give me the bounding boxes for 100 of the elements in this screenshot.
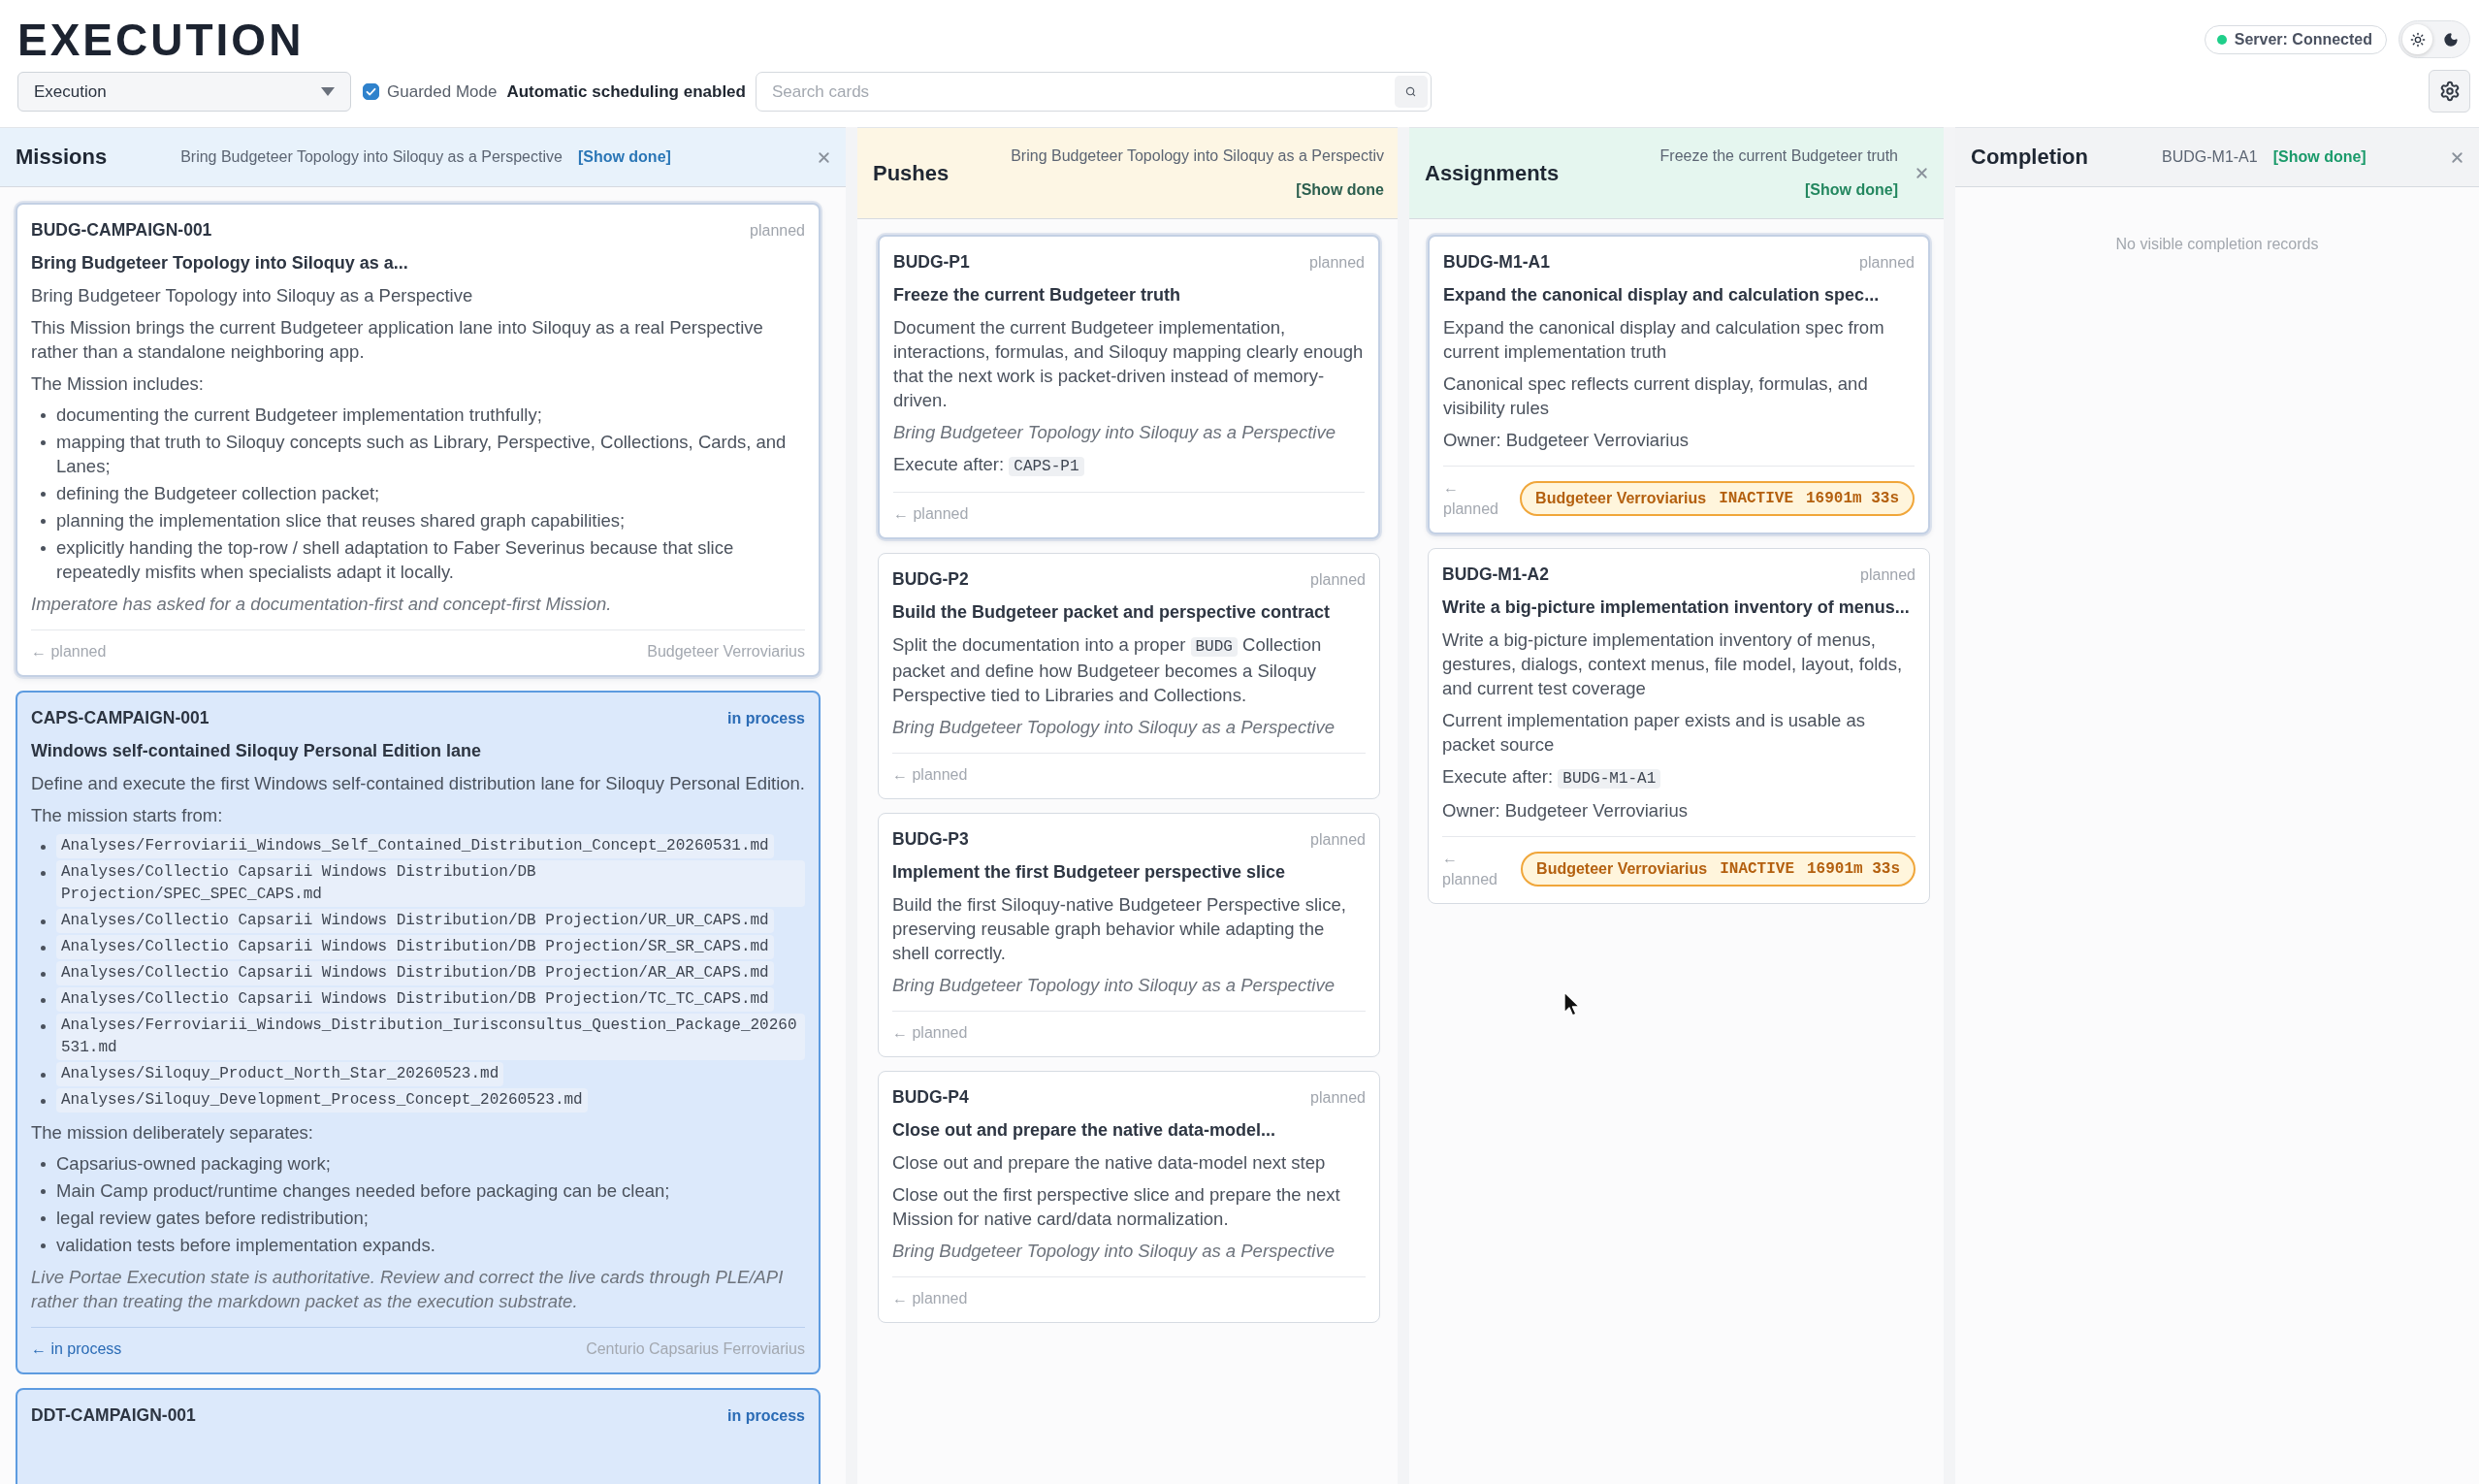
list-item: Main Camp product/runtime changes needed before packaging can be clean;	[56, 1179, 670, 1203]
card-text: Expand the canonical display and calculation spec from current implementation truth	[1443, 316, 1885, 364]
bullet-icon	[41, 919, 46, 924]
card-text: Close out the first perspective slice and prepare the next Mission for native card/data normalization.	[892, 1183, 1341, 1231]
card-title: Build the Budgeteer packet and perspective contract	[892, 601, 1332, 624]
back-link[interactable]: ← planned	[892, 1288, 968, 1309]
close-icon[interactable]	[1914, 165, 1930, 181]
file-path: Analyses/Ferroviarii_Windows_Self_Contained_Distribution_Concept_20260531.md	[56, 834, 774, 858]
bullet-icon	[41, 546, 46, 551]
card-status: planned	[750, 222, 805, 240]
card-id: BUDG-P1	[893, 251, 970, 274]
card-id: BUDG-P3	[892, 828, 969, 851]
card-title: Freeze the current Budgeteer truth	[893, 284, 1182, 306]
card-text: Define and execute the first Windows self-contained distribution lane for Siloquy Personal Edition.	[31, 772, 805, 795]
bullet-icon	[41, 1189, 46, 1194]
task-card[interactable]	[878, 235, 1380, 539]
card-title: Windows self-contained Siloquy Personal Edition lane	[31, 740, 482, 762]
file-path: Analyses/Collectio Capsarii Windows Distribution/DB Projection/UR_UR_CAPS.md	[56, 909, 774, 933]
column-context: BUDG-M1-A1	[2162, 147, 2258, 167]
card-note: Bring Budgeteer Topology into Siloquy as a Perspective	[892, 716, 1336, 739]
bullet-icon	[41, 972, 46, 977]
card-status: planned	[1310, 1089, 1366, 1107]
agent-name: Budgeteer Verroviarius	[1536, 860, 1708, 878]
card-text: The mission starts from:	[31, 804, 224, 827]
agent-state: INACTIVE	[1720, 860, 1794, 878]
bullet-icon	[41, 492, 46, 497]
card-status: in process	[726, 1407, 805, 1425]
checkbox[interactable]	[363, 83, 379, 100]
mouse-pointer-icon	[1563, 991, 1581, 1017]
agent-elapsed: 16901m 33s	[1806, 490, 1899, 507]
column-title: Pushes	[873, 160, 950, 186]
card-text: Write a big-picture implementation inventory of menus, gestures, dialogs, context menus, file model, layout, folds, and current test coverage	[1442, 629, 1904, 700]
list-item: legal review gates before redistribution;	[56, 1207, 369, 1230]
back-link[interactable]: ← planned	[892, 1022, 968, 1044]
card-text: Owner: Budgeteer Verroviarius	[1443, 429, 1690, 452]
owner-name: Centurio Capsarius Ferroviarius	[586, 1340, 805, 1358]
column-title: Assignments	[1425, 160, 1560, 186]
show-done-link[interactable]: [Show done]	[2272, 145, 2366, 169]
bullet-icon	[41, 1099, 46, 1104]
card-text: Execute after: BUDG-M1-A1	[1442, 764, 1916, 790]
card-status: planned	[1309, 254, 1365, 272]
view-select[interactable]: Execution	[17, 72, 351, 112]
card-status: in process	[726, 710, 805, 727]
list-item: Capsarius-owned packaging work;	[56, 1152, 331, 1176]
file-path: Analyses/Siloquy_Product_North_Star_20260523.md	[56, 1062, 504, 1086]
card-id: BUDG-M1-A2	[1442, 564, 1549, 586]
card-id: CAPS-CAMPAIGN-001	[31, 707, 209, 729]
card-status: planned	[1310, 571, 1366, 589]
bullet-icon	[41, 1162, 46, 1167]
task-card[interactable]	[1428, 235, 1930, 534]
list-item: planning the implementation slice that reuses shared graph capabilities;	[56, 509, 626, 532]
settings-button[interactable]	[2429, 70, 2470, 113]
sun-icon	[2409, 31, 2426, 48]
card-title: Bring Budgeteer Topology into Siloquy as a...	[31, 252, 409, 274]
task-card[interactable]	[16, 203, 821, 677]
list-item: documenting the current Budgeteer implementation truthfully;	[56, 403, 542, 427]
task-card[interactable]	[16, 691, 821, 1374]
task-card[interactable]: DDT-CAMPAIGN-001 in process	[16, 1388, 821, 1484]
bullet-icon	[41, 440, 46, 445]
card-text: Document the current Budgeteer implementation, interactions, formulas, and Siloquy mapping clearly enough that the next work is packet-driven instead of memory-driven.	[893, 316, 1365, 412]
card-status: planned	[1860, 566, 1916, 584]
card-id: BUDG-M1-A1	[1443, 251, 1550, 274]
card-note: Imperatore has asked for a documentation-first and concept-first Mission.	[31, 593, 613, 616]
show-done-link[interactable]: [Show done]	[577, 145, 671, 169]
back-link[interactable]: ← in process	[31, 1339, 122, 1360]
theme-toggle[interactable]	[2399, 20, 2470, 58]
list-item: explicitly handing the top-row / shell adaptation to Faber Severinus because that slice repeatedly misfits when specialists adapt it locally.	[56, 536, 735, 584]
bullet-icon	[41, 946, 46, 951]
card-id: BUDG-CAMPAIGN-001	[31, 219, 212, 242]
file-path: Analyses/Ferroviarii_Windows_Distribution_Iurisconsultus_Question_Package_20260531.md	[56, 1014, 805, 1060]
light-mode-button[interactable]	[2402, 24, 2432, 54]
back-link[interactable]: ← planned	[1442, 848, 1514, 890]
caret-icon	[321, 87, 335, 96]
search-button[interactable]	[1394, 76, 1428, 108]
card-title: Write a big-picture implementation inventory of menus...	[1442, 597, 1911, 619]
search-icon	[1405, 86, 1417, 97]
back-link[interactable]: ← planned	[1443, 477, 1513, 520]
back-link[interactable]: ← planned	[892, 764, 968, 786]
show-done-link[interactable]: [Show done]	[1805, 178, 1898, 202]
card-text: Execute after: CAPS-P1	[893, 452, 1365, 478]
back-link[interactable]: ← planned	[893, 503, 969, 525]
card-title: Expand the canonical display and calculation spec...	[1443, 284, 1881, 306]
search-field[interactable]: Search cards	[755, 72, 1432, 112]
card-title: Implement the first Budgeteer perspective slice	[892, 861, 1287, 884]
list-item: validation tests before implementation expands.	[56, 1234, 435, 1257]
agent-name: Budgeteer Verroviarius	[1535, 490, 1707, 507]
card-text: Canonical spec reflects current display, formulas, and visibility rules	[1443, 372, 1869, 420]
bullet-icon	[41, 1073, 46, 1078]
card-id: BUDG-P4	[892, 1086, 969, 1109]
card-note: Bring Budgeteer Topology into Siloquy as a Perspective	[893, 421, 1336, 444]
card-note: Bring Budgeteer Topology into Siloquy as a Perspective	[892, 974, 1336, 997]
card-id: BUDG-P2	[892, 568, 969, 591]
card-text: This Mission brings the current Budgeteer application lane into Siloquy as a real Perspective rather than a standalone neighboring app.	[31, 316, 764, 364]
card-text: Current implementation paper exists and is usable as packet source	[1442, 709, 1866, 757]
back-link[interactable]: ← planned	[31, 641, 107, 662]
bullet-icon	[41, 1024, 46, 1029]
card-text: Bring Budgeteer Topology into Siloquy as a Perspective	[31, 284, 474, 307]
bullet-icon	[41, 1216, 46, 1221]
column-context: Bring Budgeteer Topology into Siloquy as a Perspectiv	[1011, 146, 1384, 166]
show-done-link[interactable]: [Show done	[1296, 178, 1384, 202]
